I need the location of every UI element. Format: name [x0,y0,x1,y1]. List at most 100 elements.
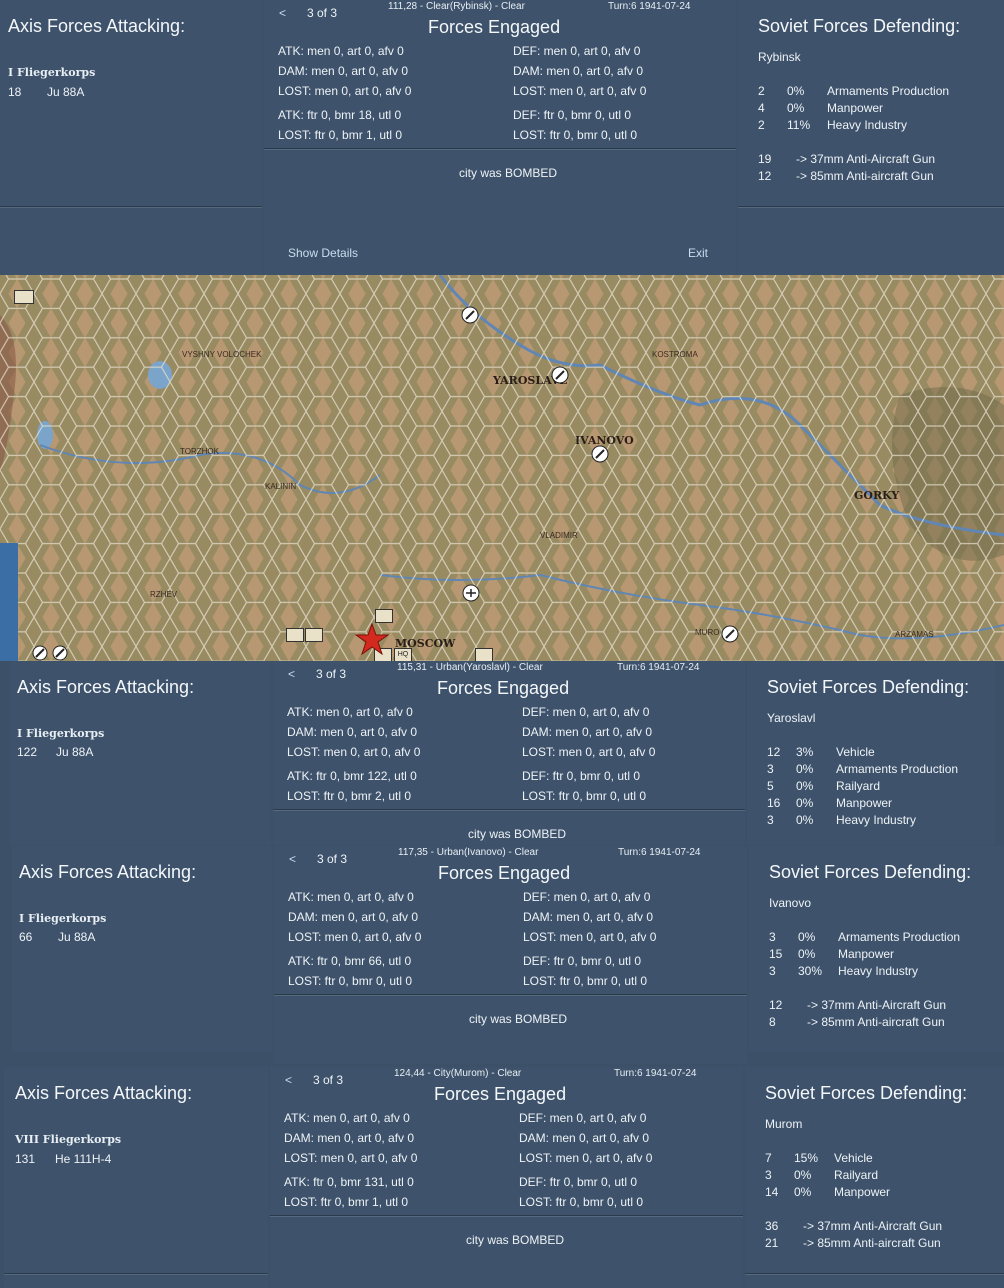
target-name: Manpower [836,796,893,810]
lost-air: LOST: ftr 0, bmr 2, utl 0 [287,789,412,803]
page-indicator: 3 of 3 [317,852,348,866]
aa-name: -> 37mm Anti-Aircraft Gun [807,998,947,1012]
target-count: 7 [765,1151,772,1165]
aa-name: -> 85mm Anti-aircraft Gun [796,169,934,183]
nav-prev-button[interactable]: < [285,1073,292,1087]
target-percent: 0% [787,84,805,98]
city-label: TORZHOK [180,447,219,456]
forces-panel: < 3 of 3 117,35 - Urban(Ivanovo) - Clear… [274,846,747,1064]
def-air: DEF: ftr 0, bmr 0, utl 0 [519,1175,638,1189]
target-count: 2 [758,84,765,98]
axis-title: Axis Forces Attacking: [17,677,195,697]
target-percent: 0% [796,779,814,793]
city-name: Yaroslavl [767,711,816,725]
aa-name: -> 85mm Anti-aircraft Gun [803,1236,941,1250]
lost-air: LOST: ftr 0, bmr 0, utl 0 [288,974,413,988]
turn: Turn:6 1941-07-24 [617,662,700,673]
air-strike-icon[interactable] [591,445,609,468]
result-text: city was BOMBED [459,166,558,180]
nav-prev-button[interactable]: < [289,852,296,866]
def-lost-ground: LOST: men 0, art 0, afv 0 [513,84,647,98]
page-indicator: 3 of 3 [313,1073,344,1087]
axis-unit: I Fliegerkorps [8,66,96,79]
atk-ground: ATK: men 0, art 0, afv 0 [287,705,413,719]
def-lost-ground: LOST: men 0, art 0, afv 0 [522,745,656,759]
target-count: 12 [767,745,781,759]
forces-title: Forces Engaged [434,1084,567,1104]
game-map[interactable]: VYSHNY VOLOCHEK YAROSLAVL KOSTROMA IVANO… [0,275,1004,661]
unit-counter[interactable] [14,290,34,304]
result-text: city was BOMBED [469,1012,568,1026]
axis-title: Axis Forces Attacking: [19,862,197,882]
target-percent: 0% [796,762,814,776]
forces-title: Forces Engaged [437,678,570,698]
def-dam-ground: DAM: men 0, art 0, afv 0 [513,64,644,78]
soviet-panel: Soviet Forces Defending: Murom 7 15% Veh… [745,1067,1004,1288]
target-count: 3 [765,1168,772,1182]
divider [264,148,736,150]
axis-panel: Axis Forces Attacking: I Fliegerkorps 18… [0,0,262,275]
target-count: 5 [767,779,774,793]
target-count: 15 [769,947,783,961]
city-label: RZHEV [150,590,178,599]
hq-counter[interactable]: HQ [394,648,412,661]
air-strike-icon[interactable] [52,645,68,661]
divider [4,1273,268,1275]
forces-panel: < 3 of 3 124,44 - City(Murom) - Clear Tu… [270,1067,743,1288]
show-details-button[interactable]: Show Details [288,246,358,260]
unit-counter[interactable] [375,609,393,623]
nav-prev-button[interactable]: < [279,6,286,20]
target-percent: 0% [798,947,816,961]
target-name: Armaments Production [838,930,961,944]
unit-counter[interactable] [305,628,323,642]
axis-panel: Axis Forces Attacking: VIII Fliegerkorps… [4,1067,268,1288]
air-strike-icon[interactable] [721,625,739,648]
def-lost-air: LOST: ftr 0, bmr 0, utl 0 [522,789,647,803]
def-ground: DEF: men 0, art 0, afv 0 [523,890,651,904]
lost-ground: LOST: men 0, art 0, afv 0 [278,84,412,98]
unit-counter[interactable] [286,628,304,642]
location: 124,44 - City(Murom) - Clear [394,1068,522,1079]
dam-ground: DAM: men 0, art 0, afv 0 [288,910,419,924]
atk-air: ATK: ftr 0, bmr 122, utl 0 [287,769,417,783]
target-name: Heavy Industry [827,118,908,132]
aa-count: 8 [769,1015,776,1029]
target-name: Manpower [827,101,884,115]
air-strike-icon[interactable] [32,645,48,661]
result-text: city was BOMBED [468,827,567,841]
turn: Turn:6 1941-07-24 [608,1,691,12]
exit-button[interactable]: Exit [688,246,708,260]
city-name: Ivanovo [769,896,812,910]
air-strike-icon[interactable] [551,366,569,389]
target-name: Armaments Production [836,762,959,776]
target-percent: 0% [796,796,814,810]
def-air: DEF: ftr 0, bmr 0, utl 0 [523,954,642,968]
axis-panel: Axis Forces Attacking: I Fliegerkorps 66… [12,846,272,1052]
aa-count: 12 [769,998,783,1012]
divider [270,1215,743,1217]
air-strike-icon[interactable] [461,306,479,329]
turn: Turn:6 1941-07-24 [618,847,701,858]
aa-count: 36 [765,1219,779,1233]
soviet-title: Soviet Forces Defending: [765,1083,968,1103]
city-label: VYSHNY VOLOCHEK [182,350,262,359]
city-name: Murom [765,1117,803,1131]
axis-aircraft: Ju 88A [58,930,96,944]
divider [274,994,747,996]
city-label: MURO [695,628,720,637]
nav-prev-button[interactable]: < [288,667,295,681]
city-label: KOSTROMA [652,350,698,359]
axis-count: 122 [17,745,38,759]
air-unit-icon[interactable] [462,584,482,607]
def-air: DEF: ftr 0, bmr 0, utl 0 [522,769,641,783]
aa-name: -> 85mm Anti-aircraft Gun [807,1015,945,1029]
target-percent: 3% [796,745,814,759]
city-label: VLADIMIR [540,531,578,540]
atk-air: ATK: ftr 0, bmr 131, utl 0 [284,1175,414,1189]
lost-air: LOST: ftr 0, bmr 1, utl 0 [278,128,403,142]
page-indicator: 3 of 3 [307,6,338,20]
unit-counter[interactable] [475,648,493,661]
target-count: 3 [767,762,774,776]
def-lost-air: LOST: ftr 0, bmr 0, utl 0 [523,974,648,988]
def-ground: DEF: men 0, art 0, afv 0 [519,1111,647,1125]
